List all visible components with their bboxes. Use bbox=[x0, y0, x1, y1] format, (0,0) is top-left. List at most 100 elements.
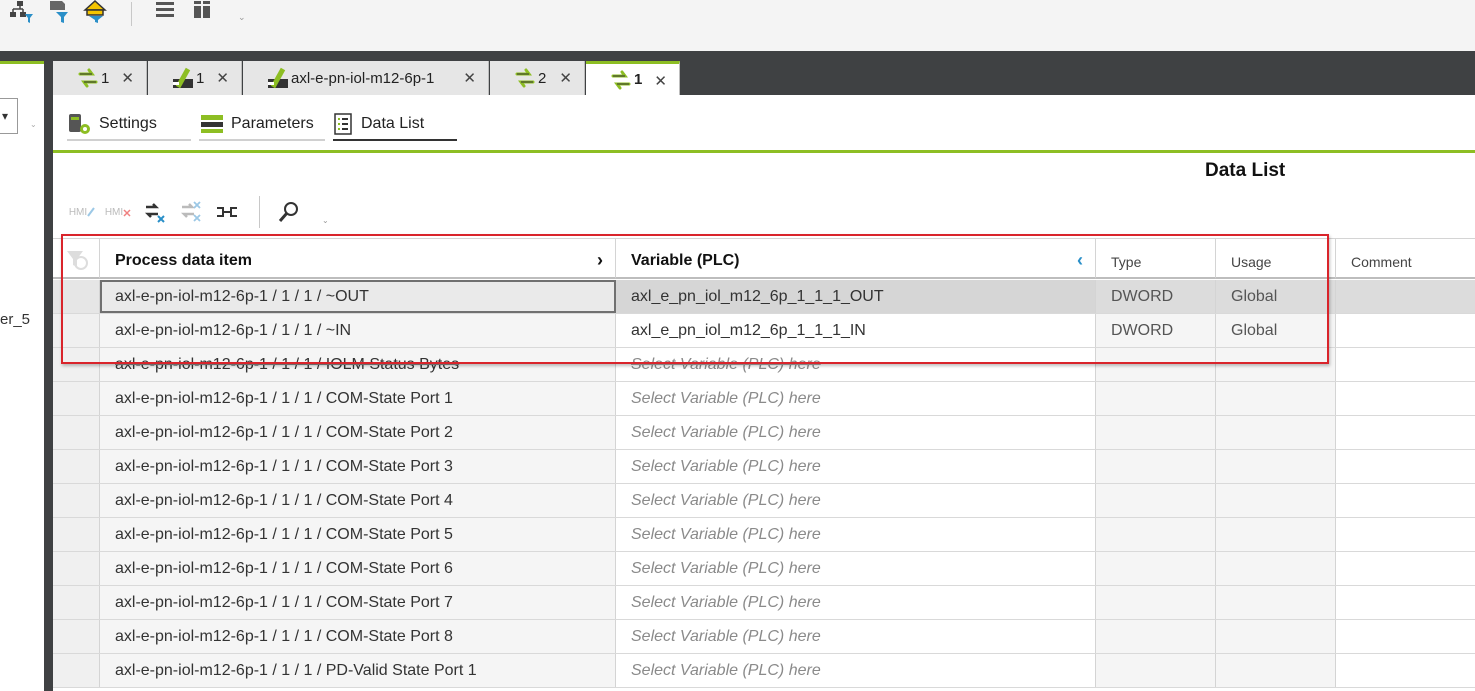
variable-plc-cell[interactable]: axl_e_pn_iol_m12_6p_1_1_1_OUT bbox=[616, 280, 1096, 313]
variable-plc-cell[interactable]: Select Variable (PLC) here bbox=[616, 348, 1096, 381]
variable-plc-cell[interactable]: Select Variable (PLC) here bbox=[616, 450, 1096, 483]
process-data-item-text: axl-e-pn-iol-m12-6p-1 / 1 / 1 / COM-Stat… bbox=[115, 559, 453, 577]
comment-cell[interactable] bbox=[1336, 416, 1475, 449]
table-row[interactable]: axl-e-pn-iol-m12-6p-1 / 1 / 1 / ~IN axl_e… bbox=[53, 314, 1475, 348]
comment-cell[interactable] bbox=[1336, 484, 1475, 517]
search-icon[interactable] bbox=[275, 192, 303, 232]
list-view-icon[interactable] bbox=[155, 0, 181, 24]
variable-plc-cell[interactable]: Select Variable (PLC) here bbox=[616, 518, 1096, 551]
row-selector[interactable] bbox=[53, 484, 100, 517]
process-data-item-cell[interactable]: axl-e-pn-iol-m12-6p-1 / 1 / 1 / COM-Stat… bbox=[100, 586, 616, 619]
toolbar-dropdown-arrow[interactable]: ⌄ bbox=[322, 216, 329, 225]
hmi-remove-icon[interactable]: HMI bbox=[103, 192, 133, 232]
left-dropdown-arrow[interactable]: ⌄ bbox=[30, 120, 37, 129]
column-header-process-data-item[interactable]: Process data item › bbox=[100, 239, 616, 279]
device-filter-icon[interactable] bbox=[47, 0, 73, 24]
close-icon[interactable]: ✕ bbox=[216, 69, 229, 87]
comment-cell[interactable] bbox=[1336, 552, 1475, 585]
tab-exchange-2[interactable]: 2 ✕ bbox=[490, 61, 585, 95]
variable-plc-cell[interactable]: Select Variable (PLC) here bbox=[616, 484, 1096, 517]
subtab-parameters[interactable]: Parameters bbox=[199, 109, 325, 141]
table-row[interactable]: axl-e-pn-iol-m12-6p-1 / 1 / 1 / COM-Stat… bbox=[53, 382, 1475, 416]
close-icon[interactable]: ✕ bbox=[121, 69, 134, 87]
process-data-item-cell[interactable]: axl-e-pn-iol-m12-6p-1 / 1 / 1 / COM-Stat… bbox=[100, 416, 616, 449]
panel-splitter[interactable] bbox=[44, 51, 53, 691]
process-data-item-cell[interactable]: axl-e-pn-iol-m12-6p-1 / 1 / 1 / COM-Stat… bbox=[100, 620, 616, 653]
hmi-add-icon[interactable]: HMI bbox=[67, 192, 97, 232]
comment-cell[interactable] bbox=[1336, 620, 1475, 653]
close-icon[interactable]: ✕ bbox=[559, 69, 572, 87]
process-data-item-cell[interactable]: axl-e-pn-iol-m12-6p-1 / 1 / 1 / ~OUT bbox=[100, 280, 616, 313]
comment-cell[interactable] bbox=[1336, 314, 1475, 347]
row-selector[interactable] bbox=[53, 348, 100, 381]
unlink-variable-icon[interactable] bbox=[141, 192, 169, 232]
comment-cell[interactable] bbox=[1336, 586, 1475, 619]
variable-plc-cell[interactable]: axl_e_pn_iol_m12_6p_1_1_1_IN bbox=[616, 314, 1096, 347]
column-header-selector[interactable] bbox=[53, 239, 100, 279]
column-header-variable-plc[interactable]: Variable (PLC) ‹ bbox=[616, 239, 1096, 279]
process-data-item-cell[interactable]: axl-e-pn-iol-m12-6p-1 / 1 / 1 / COM-Stat… bbox=[100, 518, 616, 551]
variable-plc-cell[interactable]: Select Variable (PLC) here bbox=[616, 552, 1096, 585]
variable-plc-cell[interactable]: Select Variable (PLC) here bbox=[616, 620, 1096, 653]
toolbar-dropdown-arrow[interactable]: ⌄ bbox=[238, 12, 246, 23]
chevron-left-icon[interactable]: ‹ bbox=[1077, 250, 1083, 271]
table-row[interactable]: axl-e-pn-iol-m12-6p-1 / 1 / 1 / COM-Stat… bbox=[53, 450, 1475, 484]
tab-exchange-active[interactable]: 1 ✕ bbox=[586, 61, 680, 95]
column-header-type[interactable]: Type bbox=[1096, 239, 1216, 279]
process-data-item-cell[interactable]: axl-e-pn-iol-m12-6p-1 / 1 / 1 / COM-Stat… bbox=[100, 484, 616, 517]
tab-exchange-1[interactable]: 1 ✕ bbox=[53, 61, 147, 95]
row-selector[interactable] bbox=[53, 416, 100, 449]
row-selector[interactable] bbox=[53, 620, 100, 653]
auto-connect-icon[interactable] bbox=[213, 192, 241, 232]
close-icon[interactable]: ✕ bbox=[654, 72, 667, 90]
process-data-item-cell[interactable]: axl-e-pn-iol-m12-6p-1 / 1 / 1 / COM-Stat… bbox=[100, 552, 616, 585]
tab-module-1[interactable]: 1 ✕ bbox=[148, 61, 242, 95]
table-row[interactable]: axl-e-pn-iol-m12-6p-1 / 1 / 1 / ~OUT axl_… bbox=[53, 280, 1475, 314]
process-data-item-cell[interactable]: axl-e-pn-iol-m12-6p-1 / 1 / 1 / COM-Stat… bbox=[100, 450, 616, 483]
close-icon[interactable]: ✕ bbox=[463, 69, 476, 87]
row-selector[interactable] bbox=[53, 280, 100, 313]
user-filter-icon[interactable] bbox=[83, 0, 109, 24]
column-header-usage[interactable]: Usage bbox=[1216, 239, 1336, 279]
comment-cell[interactable] bbox=[1336, 518, 1475, 551]
row-selector[interactable] bbox=[53, 450, 100, 483]
process-data-item-cell[interactable]: axl-e-pn-iol-m12-6p-1 / 1 / 1 / COM-Stat… bbox=[100, 382, 616, 415]
row-selector[interactable] bbox=[53, 314, 100, 347]
table-row[interactable]: axl-e-pn-iol-m12-6p-1 / 1 / 1 / PD-Valid… bbox=[53, 654, 1475, 688]
table-row[interactable]: axl-e-pn-iol-m12-6p-1 / 1 / 1 / COM-Stat… bbox=[53, 518, 1475, 552]
table-row[interactable]: axl-e-pn-iol-m12-6p-1 / 1 / 1 / COM-Stat… bbox=[53, 416, 1475, 450]
column-header-comment[interactable]: Comment bbox=[1336, 239, 1475, 279]
column-view-icon[interactable] bbox=[192, 0, 218, 24]
subtab-data-list[interactable]: Data List bbox=[333, 109, 457, 141]
variable-plc-cell[interactable]: Select Variable (PLC) here bbox=[616, 382, 1096, 415]
process-data-item-cell[interactable]: axl-e-pn-iol-m12-6p-1 / 1 / 1 / ~IN bbox=[100, 314, 616, 347]
comment-cell[interactable] bbox=[1336, 280, 1475, 313]
variable-plc-text: axl_e_pn_iol_m12_6p_1_1_1_OUT bbox=[631, 287, 884, 305]
table-row[interactable]: axl-e-pn-iol-m12-6p-1 / 1 / 1 / IOLM Sta… bbox=[53, 348, 1475, 382]
row-selector[interactable] bbox=[53, 382, 100, 415]
comment-cell[interactable] bbox=[1336, 654, 1475, 687]
process-data-item-cell[interactable]: axl-e-pn-iol-m12-6p-1 / 1 / 1 / IOLM Sta… bbox=[100, 348, 616, 381]
table-row[interactable]: axl-e-pn-iol-m12-6p-1 / 1 / 1 / COM-Stat… bbox=[53, 552, 1475, 586]
row-selector[interactable] bbox=[53, 586, 100, 619]
comment-cell[interactable] bbox=[1336, 450, 1475, 483]
variable-plc-cell[interactable]: Select Variable (PLC) here bbox=[616, 586, 1096, 619]
table-row[interactable]: axl-e-pn-iol-m12-6p-1 / 1 / 1 / COM-Stat… bbox=[53, 484, 1475, 518]
chevron-right-icon[interactable]: › bbox=[597, 250, 603, 271]
variable-plc-cell[interactable]: Select Variable (PLC) here bbox=[616, 416, 1096, 449]
row-selector[interactable] bbox=[53, 518, 100, 551]
unlink-all-icon[interactable] bbox=[177, 192, 205, 232]
comment-cell[interactable] bbox=[1336, 382, 1475, 415]
row-selector[interactable] bbox=[53, 552, 100, 585]
process-data-item-cell[interactable]: axl-e-pn-iol-m12-6p-1 / 1 / 1 / PD-Valid… bbox=[100, 654, 616, 687]
comment-cell[interactable] bbox=[1336, 348, 1475, 381]
variable-plc-cell[interactable]: Select Variable (PLC) here bbox=[616, 654, 1096, 687]
table-row[interactable]: axl-e-pn-iol-m12-6p-1 / 1 / 1 / COM-Stat… bbox=[53, 620, 1475, 654]
table-row[interactable]: axl-e-pn-iol-m12-6p-1 / 1 / 1 / COM-Stat… bbox=[53, 586, 1475, 620]
network-filter-icon[interactable] bbox=[8, 0, 34, 24]
left-combo-box[interactable]: ▾ bbox=[0, 98, 18, 134]
row-selector[interactable] bbox=[53, 654, 100, 687]
subtab-settings[interactable]: Settings bbox=[67, 109, 191, 141]
tab-device-axl[interactable]: axl-e-pn-iol-m12-6p-1 ✕ bbox=[243, 61, 489, 95]
left-tree-item-label[interactable]: er_5 bbox=[0, 311, 30, 328]
